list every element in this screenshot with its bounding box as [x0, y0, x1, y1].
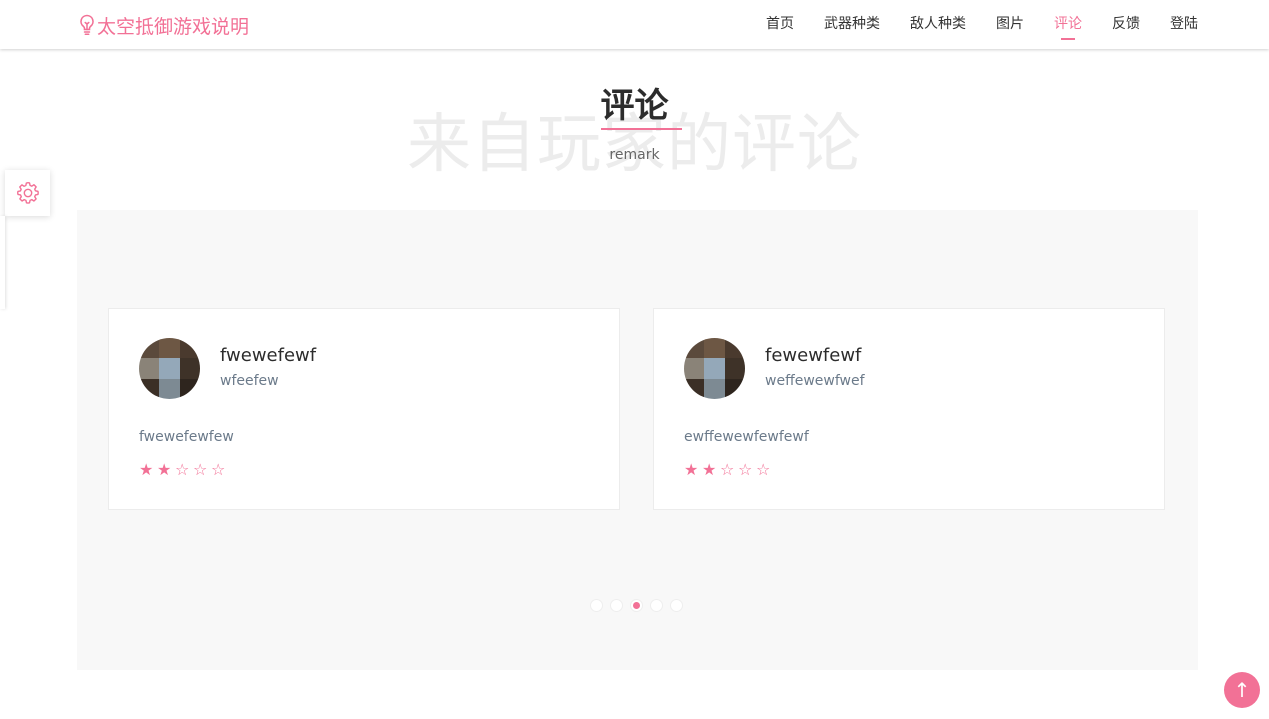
star-filled-icon: ★	[139, 460, 154, 479]
star-empty-icon: ☆	[175, 460, 190, 479]
avatar	[139, 338, 200, 399]
star-rating: ★ ★ ☆ ☆ ☆	[684, 460, 774, 480]
carousel-pagination	[590, 599, 690, 612]
main-nav: 首页 武器种类 敌人种类 图片 评论 反馈 登陆	[736, 0, 1198, 49]
nav-item-weapons[interactable]: 武器种类	[824, 0, 880, 49]
star-filled-icon: ★	[702, 460, 717, 479]
gear-icon	[16, 182, 39, 204]
carousel-dot[interactable]	[590, 599, 603, 612]
star-rating: ★ ★ ☆ ☆ ☆	[139, 460, 229, 480]
settings-button[interactable]	[5, 170, 50, 216]
carousel-dot[interactable]	[610, 599, 623, 612]
reviewer-handle: wfeefew	[220, 373, 279, 389]
nav-item-enemies[interactable]: 敌人种类	[910, 0, 966, 49]
reviewer-name: fewewfewf	[765, 345, 862, 366]
carousel-dot[interactable]	[650, 599, 663, 612]
reviewer-handle: weffewewfwef	[765, 373, 865, 389]
star-empty-icon: ☆	[720, 460, 735, 479]
review-text: fwewefewfew	[139, 429, 234, 445]
carousel-dot[interactable]	[630, 599, 643, 612]
arrow-up-icon: ↑	[1233, 678, 1251, 702]
review-card: fwewefewf wfeefew fwewefewfew ★ ★ ☆ ☆ ☆	[108, 308, 620, 510]
brand-title: 太空抵御游戏说明	[97, 15, 250, 38]
side-panel-edge	[0, 216, 5, 309]
star-filled-icon: ★	[157, 460, 172, 479]
avatar	[684, 338, 745, 399]
lightbulb-icon	[80, 14, 94, 36]
section-title: 评论	[600, 86, 669, 126]
star-empty-icon: ☆	[738, 460, 753, 479]
review-text: ewffewewfewfewf	[684, 429, 809, 445]
title-underline	[601, 128, 682, 130]
review-card: fewewfewf weffewewfwef ewffewewfewfewf ★…	[653, 308, 1165, 510]
nav-item-login[interactable]: 登陆	[1170, 0, 1198, 49]
section-subtitle: remark	[609, 147, 660, 163]
reviews-carousel: fwewefewf wfeefew fwewefewfew ★ ★ ☆ ☆ ☆ fewe…	[77, 210, 1198, 670]
star-empty-icon: ☆	[193, 460, 208, 479]
star-empty-icon: ☆	[211, 460, 226, 479]
star-empty-icon: ☆	[756, 460, 771, 479]
nav-item-reviews[interactable]: 评论	[1054, 0, 1082, 49]
nav-item-feedback[interactable]: 反馈	[1112, 0, 1140, 49]
star-filled-icon: ★	[684, 460, 699, 479]
reviewer-name: fwewefewf	[220, 345, 317, 366]
carousel-dot[interactable]	[670, 599, 683, 612]
top-navbar: 太空抵御游戏说明 首页 武器种类 敌人种类 图片 评论 反馈 登陆	[0, 0, 1269, 49]
back-to-top-button[interactable]: ↑	[1224, 672, 1260, 708]
brand-logo[interactable]: 太空抵御游戏说明	[79, 12, 249, 38]
nav-item-images[interactable]: 图片	[996, 0, 1024, 49]
nav-item-home[interactable]: 首页	[766, 0, 794, 49]
